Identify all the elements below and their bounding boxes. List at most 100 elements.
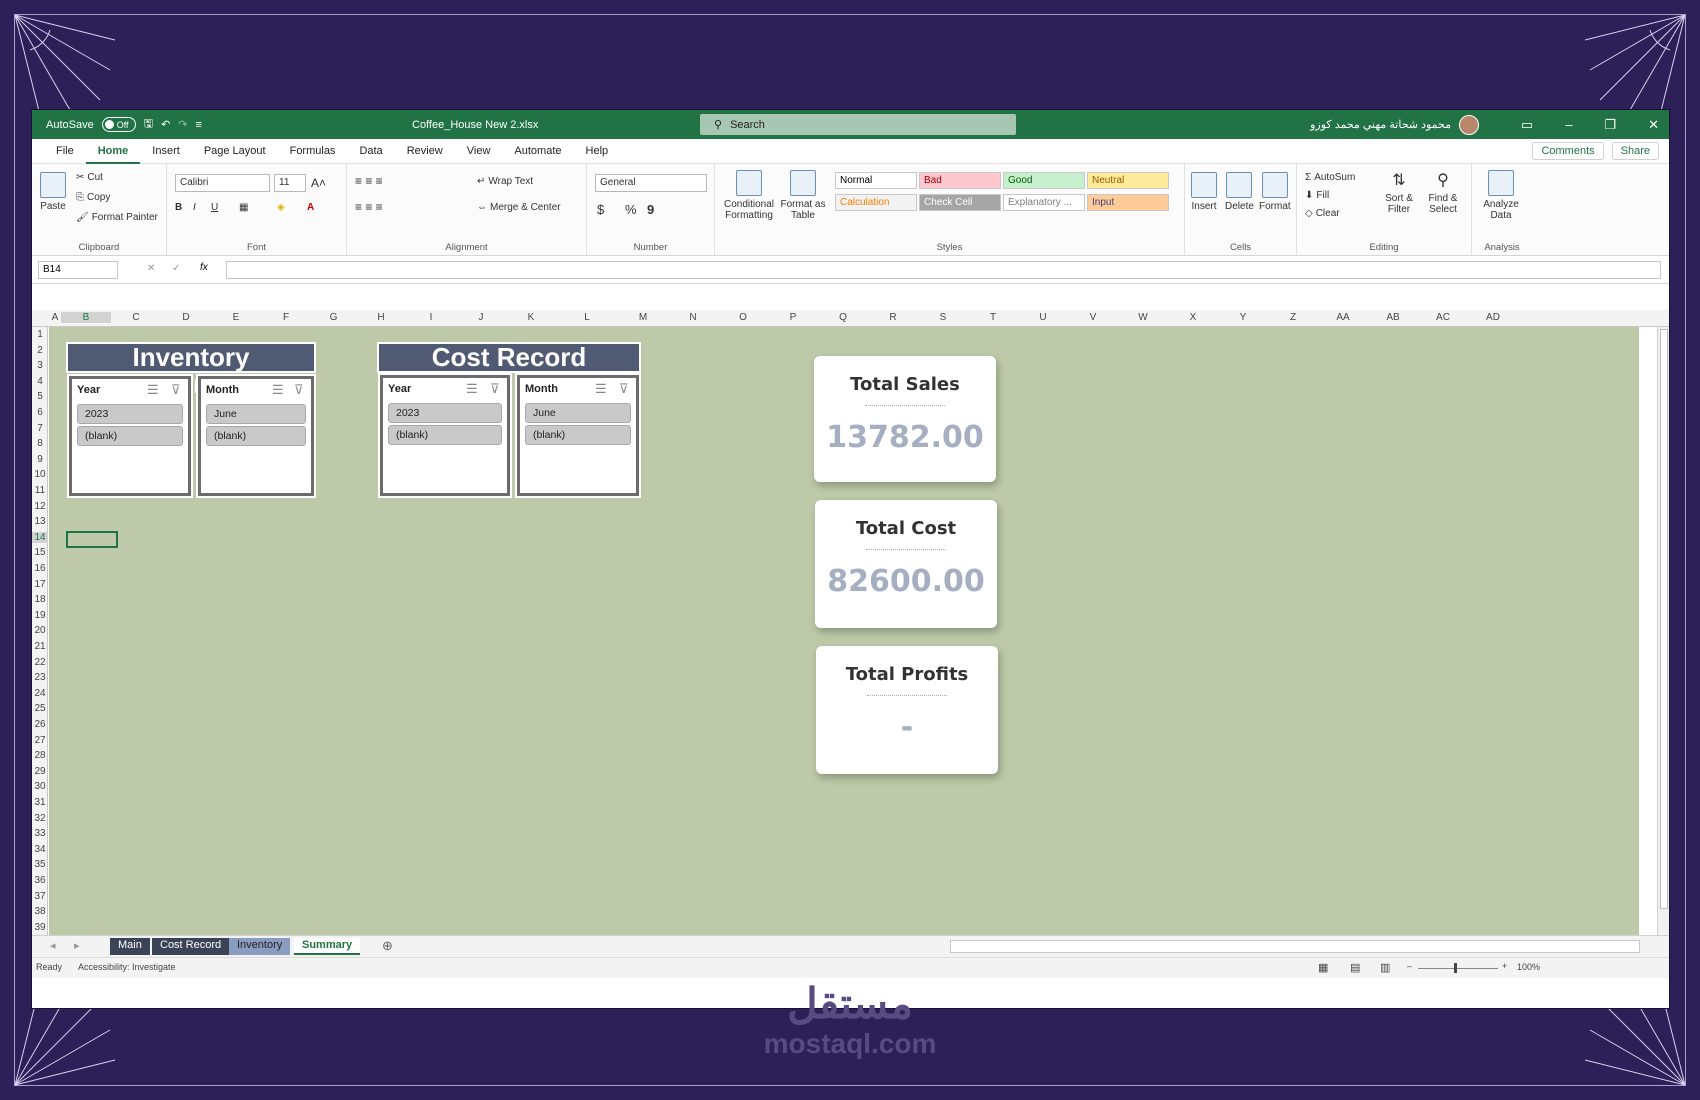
sheet-canvas[interactable]: Inventory Movement Year ☰ ⊽ 2023 (blank)… [49, 327, 1639, 935]
column-header[interactable]: Y [1218, 312, 1268, 323]
autosum-button[interactable]: Σ AutoSum [1305, 172, 1355, 183]
column-header[interactable]: N [668, 312, 718, 323]
row-header[interactable]: 19 [32, 610, 48, 621]
row-header[interactable]: 36 [32, 875, 48, 886]
column-header[interactable]: AD [1468, 312, 1518, 323]
align-left-icon[interactable]: ≡ ≡ ≡ [355, 200, 383, 214]
cell-style-neutral[interactable]: Neutral [1087, 172, 1169, 189]
row-header[interactable]: 10 [32, 469, 48, 480]
column-header[interactable]: AC [1418, 312, 1468, 323]
scroll-right-icon[interactable]: ▸ [74, 939, 80, 952]
column-header[interactable]: I [406, 312, 456, 323]
sort-filter-button[interactable]: ⇅ Sort & Filter [1379, 170, 1419, 215]
slicer-item-blank[interactable]: (blank) [206, 426, 306, 446]
column-header[interactable]: B [61, 312, 111, 323]
column-header[interactable]: O [718, 312, 768, 323]
row-header[interactable]: 4 [32, 376, 48, 387]
fill-color-icon[interactable]: ◈ [277, 202, 285, 213]
cut-button[interactable]: ✂ Cut [76, 172, 103, 183]
column-header[interactable]: L [556, 312, 618, 323]
multi-select-icon[interactable]: ☰ [272, 382, 284, 398]
bold-button[interactable]: B [175, 202, 182, 213]
clear-filter-icon[interactable]: ⊽ [171, 382, 181, 398]
font-grow-icon[interactable]: A˄ [311, 176, 326, 190]
format-cells-button[interactable]: Format [1259, 172, 1291, 212]
row-header[interactable]: 23 [32, 672, 48, 683]
paste-button[interactable]: Paste [40, 172, 66, 212]
comma-button[interactable]: 9 [647, 202, 654, 217]
clear-filter-icon[interactable]: ⊽ [490, 381, 500, 397]
slicer-item-blank[interactable]: (blank) [77, 426, 183, 446]
row-header[interactable]: 31 [32, 797, 48, 808]
cell-style-check-cell[interactable]: Check Cell [919, 194, 1001, 211]
zoom-out-icon[interactable]: – [1407, 961, 1412, 971]
column-header[interactable]: T [968, 312, 1018, 323]
font-color-icon[interactable]: A [307, 202, 314, 213]
cancel-icon[interactable]: ✕ [147, 263, 155, 274]
page-break-view-icon[interactable]: ▥ [1380, 961, 1390, 974]
underline-button[interactable]: U [211, 202, 218, 213]
search-box[interactable]: ⚲ Search [700, 114, 1016, 135]
file-name[interactable]: Coffee_House New 2.xlsx [412, 119, 538, 131]
share-button[interactable]: Share [1611, 142, 1659, 160]
sheet-tab-main[interactable]: Main [110, 938, 150, 955]
slicer-item-june[interactable]: June [525, 403, 631, 423]
redo-icon[interactable]: ↷ [178, 118, 187, 131]
tab-review[interactable]: Review [395, 139, 455, 164]
clear-button[interactable]: ◇ Clear [1305, 208, 1340, 219]
row-header[interactable]: 29 [32, 766, 48, 777]
column-header[interactable]: AA [1318, 312, 1368, 323]
slicer-item-june[interactable]: June [206, 404, 306, 424]
ribbon-display-icon[interactable]: ▭ [1521, 117, 1533, 133]
column-header[interactable]: U [1018, 312, 1068, 323]
row-header[interactable]: 37 [32, 891, 48, 902]
column-header[interactable]: J [456, 312, 506, 323]
cost-year-slicer[interactable]: Year ☰ ⊽ 2023 (blank) [378, 373, 512, 498]
row-header[interactable]: 22 [32, 657, 48, 668]
row-header[interactable]: 17 [32, 579, 48, 590]
sheet-tab-inventory[interactable]: Inventory [229, 938, 291, 955]
column-header[interactable]: E [211, 312, 261, 323]
fill-button[interactable]: ⬇ Fill [1305, 190, 1329, 201]
tab-home[interactable]: Home [85, 139, 141, 164]
row-header[interactable]: 21 [32, 641, 48, 652]
column-header[interactable]: M [618, 312, 668, 323]
page-layout-view-icon[interactable]: ▤ [1350, 961, 1360, 974]
row-header[interactable]: 32 [32, 813, 48, 824]
font-size-select[interactable]: 11 [274, 174, 306, 192]
column-header[interactable]: C [111, 312, 161, 323]
row-header[interactable]: 35 [32, 859, 48, 870]
zoom-slider-thumb[interactable] [1454, 963, 1457, 973]
conditional-formatting-button[interactable]: Conditional Formatting [721, 170, 777, 221]
column-header[interactable]: K [506, 312, 556, 323]
column-header[interactable]: D [161, 312, 211, 323]
column-header[interactable]: G [311, 312, 356, 323]
column-header[interactable]: R [868, 312, 918, 323]
minimize-icon[interactable]: – [1565, 117, 1572, 133]
restore-icon[interactable]: ❐ [1604, 117, 1616, 133]
row-header[interactable]: 20 [32, 625, 48, 636]
tab-help[interactable]: Help [574, 139, 621, 164]
accessibility-status[interactable]: Accessibility: Investigate [78, 962, 176, 972]
multi-select-icon[interactable]: ☰ [147, 382, 159, 398]
close-icon[interactable]: ✕ [1648, 117, 1659, 133]
row-header[interactable]: 13 [32, 516, 48, 527]
horizontal-scrollbar[interactable] [950, 940, 1640, 953]
column-header[interactable]: P [768, 312, 818, 323]
slicer-item-blank[interactable]: (blank) [525, 425, 631, 445]
tab-insert[interactable]: Insert [140, 139, 192, 164]
merge-center-button[interactable]: ⇔ Merge & Center [477, 202, 561, 213]
autosave-toggle[interactable]: Off [101, 117, 136, 132]
fx-icon[interactable]: fx [200, 262, 208, 273]
format-table-button[interactable]: Format as Table [779, 170, 827, 221]
name-box[interactable]: B14 [38, 261, 118, 279]
row-header[interactable]: 18 [32, 594, 48, 605]
cost-month-slicer[interactable]: Month ☰ ⊽ June (blank) [515, 373, 641, 498]
row-header[interactable]: 6 [32, 407, 48, 418]
row-header[interactable]: 24 [32, 688, 48, 699]
tab-view[interactable]: View [455, 139, 503, 164]
row-header[interactable]: 30 [32, 781, 48, 792]
row-header[interactable]: 26 [32, 719, 48, 730]
normal-view-icon[interactable]: ▦ [1318, 961, 1328, 974]
slicer-item-2023[interactable]: 2023 [77, 404, 183, 424]
